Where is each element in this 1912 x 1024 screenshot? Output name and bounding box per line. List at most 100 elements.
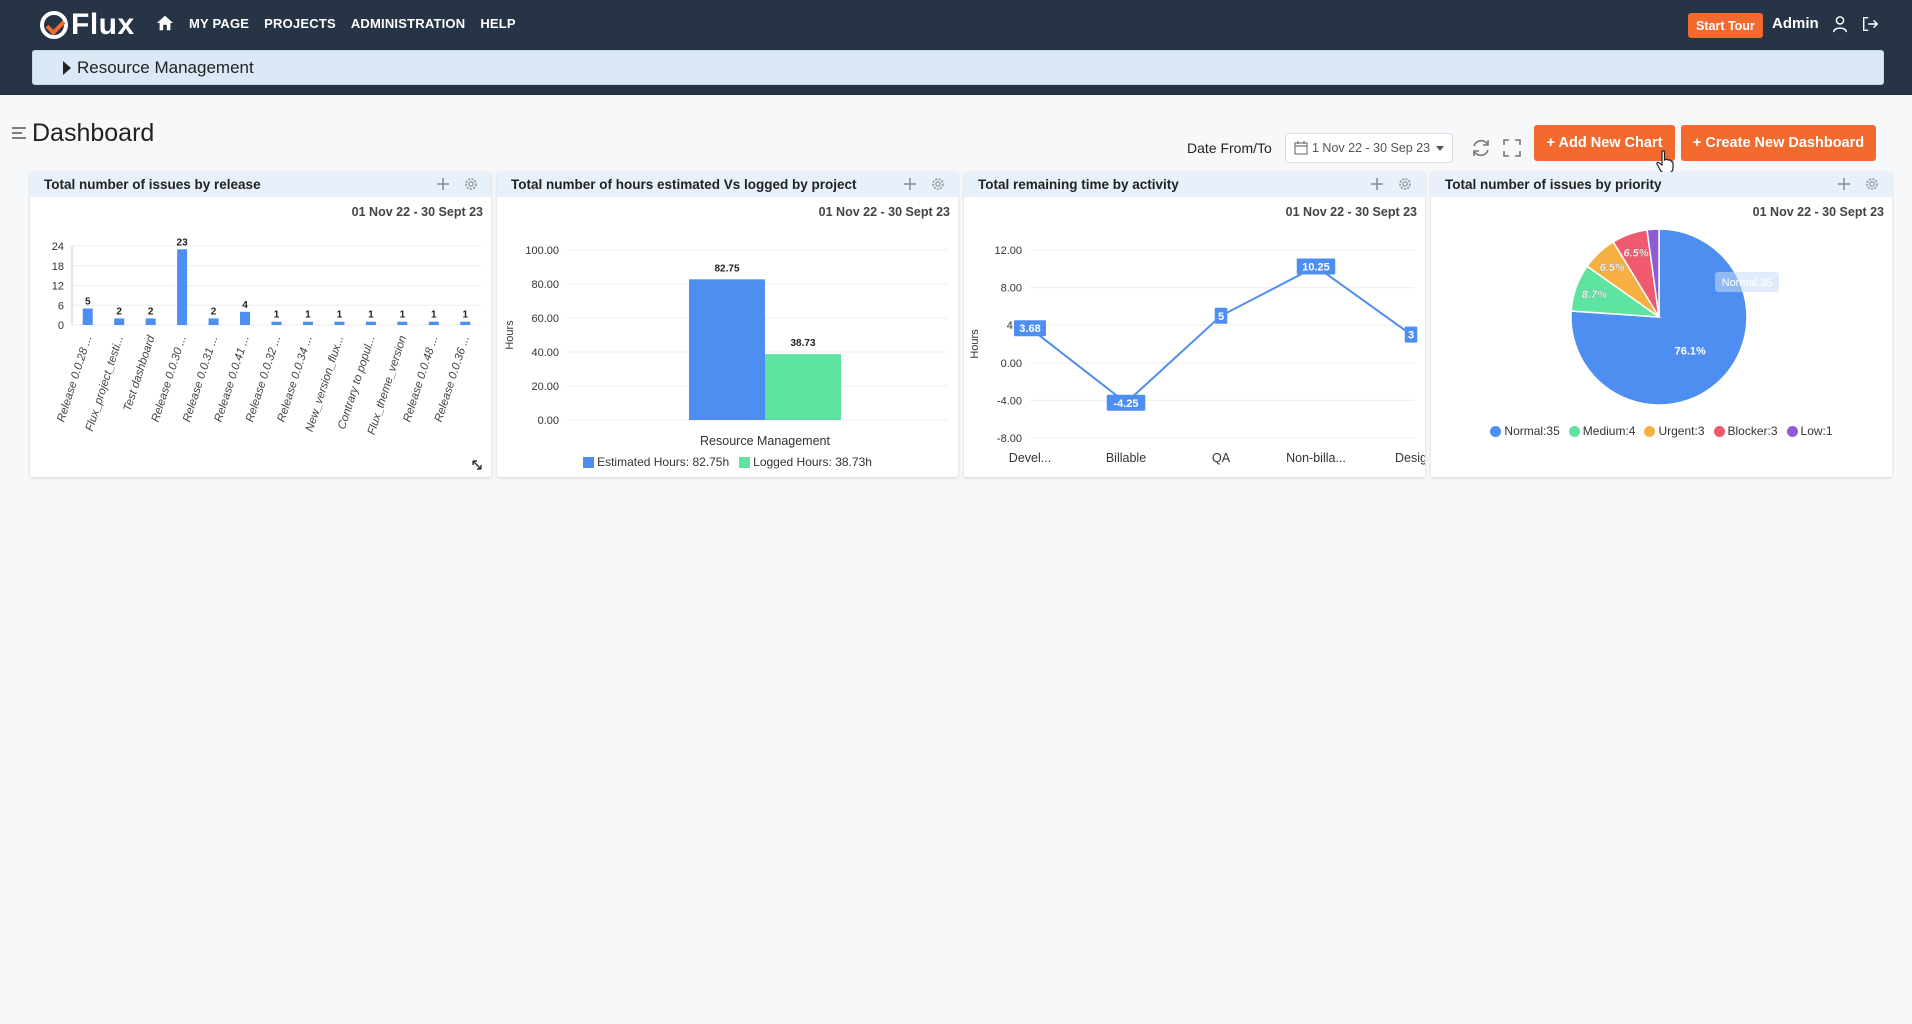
- x-tick-label: Test dashboard: [122, 334, 158, 413]
- y-tick-label: 0.00: [538, 415, 559, 427]
- bar-value-label: 5: [85, 297, 91, 308]
- data-point-label: 10.25: [1302, 261, 1330, 273]
- x-tick-label: Resource Management: [700, 434, 830, 448]
- bar-value-label: 1: [462, 310, 468, 321]
- card-header: Total remaining time by activity: [964, 172, 1425, 197]
- bar-value-label: 1: [274, 310, 280, 321]
- bar-value-label: 2: [148, 306, 154, 317]
- y-tick-label: 100.00: [525, 245, 559, 257]
- create-new-dashboard-button[interactable]: + Create New Dashboard: [1681, 125, 1876, 161]
- refresh-icon[interactable]: [1470, 137, 1492, 159]
- chart-card-issues-by-priority: Total number of issues by priority 01 No…: [1431, 172, 1892, 477]
- pie-slice-label: 76.1%: [1675, 345, 1706, 357]
- plus-icon[interactable]: [1836, 176, 1852, 192]
- bar: [334, 322, 344, 325]
- start-tour-button[interactable]: Start Tour: [1688, 13, 1763, 38]
- home-icon[interactable]: [156, 14, 174, 32]
- fullscreen-icon[interactable]: [1502, 138, 1522, 158]
- top-navbar: Flux MY PAGE PROJECTS ADMINISTRATION HEL…: [0, 0, 1912, 95]
- nav-administration[interactable]: ADMINISTRATION: [351, 16, 466, 31]
- gear-icon[interactable]: [930, 176, 946, 192]
- x-tick-label: Non-billa...: [1286, 451, 1346, 465]
- line-chart-remaining-time: -8.00-4.000.004.08.0012.00Hours3.68Devel…: [964, 212, 1425, 467]
- legend-swatch: [1787, 426, 1798, 437]
- date-range-picker[interactable]: 1 Nov 22 - 30 Sep 23: [1285, 133, 1453, 163]
- legend-item-low[interactable]: Low:1: [1787, 424, 1833, 438]
- x-tick-label: Release 0.0.48 ...: [401, 334, 440, 423]
- add-new-chart-button[interactable]: + Add New Chart: [1534, 125, 1675, 161]
- pie-chart-issues-by-priority: 76.1%8.7%6.5%6.5%Normal:35: [1431, 212, 1892, 412]
- gear-icon[interactable]: [463, 176, 479, 192]
- bar: [366, 322, 376, 325]
- resize-handle-icon[interactable]: [471, 459, 483, 471]
- menu-toggle-icon[interactable]: [12, 127, 26, 139]
- legend-label: Blocker:3: [1728, 424, 1778, 438]
- main-nav: MY PAGE PROJECTS ADMINISTRATION HELP: [156, 14, 516, 32]
- legend-label: Logged Hours: 38.73h: [753, 455, 872, 469]
- pie-slice-label: 6.5%: [1600, 262, 1625, 274]
- chart-legend: Normal:35 Medium:4 Urgent:3 Blocker:3 Low:1: [1431, 424, 1892, 438]
- date-range-value: 1 Nov 22 - 30 Sep 23: [1312, 141, 1430, 155]
- x-tick-label: Release 0.0.32 ...: [244, 334, 283, 423]
- pie-slice-label: 6.5%: [1623, 247, 1648, 259]
- plus-icon[interactable]: [1369, 176, 1385, 192]
- y-tick-label: -4.00: [997, 395, 1022, 407]
- legend-swatch: [583, 457, 594, 468]
- series-line: [1030, 266, 1411, 402]
- legend-item-normal[interactable]: Normal:35: [1490, 424, 1559, 438]
- bar-value-label: 1: [400, 310, 406, 321]
- legend-item-estimated[interactable]: Estimated Hours: 82.75h: [583, 455, 729, 469]
- legend-swatch: [1714, 426, 1725, 437]
- bar: [114, 318, 124, 325]
- y-tick-label: 12: [52, 281, 64, 293]
- nav-help[interactable]: HELP: [480, 16, 515, 31]
- plus-icon[interactable]: [435, 176, 451, 192]
- project-breadcrumb-bar[interactable]: Resource Management: [32, 50, 1884, 85]
- data-point-label: -4.25: [1113, 398, 1138, 410]
- x-tick-label: Release 0.0.31 ...: [181, 334, 220, 423]
- bar: [83, 309, 93, 325]
- y-tick-label: 80.00: [531, 279, 559, 291]
- plus-icon[interactable]: [902, 176, 918, 192]
- legend-item-urgent[interactable]: Urgent:3: [1644, 424, 1704, 438]
- y-tick-label: 8.00: [1001, 283, 1022, 295]
- bar-value-label: 1: [431, 310, 437, 321]
- y-tick-label: 0.00: [1001, 358, 1022, 370]
- flux-logo[interactable]: Flux: [40, 8, 135, 42]
- nav-my-page[interactable]: MY PAGE: [189, 16, 249, 31]
- legend-item-blocker[interactable]: Blocker:3: [1714, 424, 1778, 438]
- y-tick-label: 0: [58, 320, 64, 332]
- bar-estimated: [689, 279, 765, 420]
- card-title: Total number of issues by priority: [1445, 177, 1662, 192]
- x-tick-label: Release 0.0.30 ...: [150, 334, 189, 423]
- x-tick-label: Release 0.0.41 ...: [213, 334, 252, 423]
- y-tick-label: 12.00: [994, 245, 1022, 257]
- user-name[interactable]: Admin: [1772, 15, 1819, 32]
- legend-swatch: [1644, 426, 1655, 437]
- card-title: Total number of issues by release: [44, 177, 261, 192]
- user-icon[interactable]: [1831, 15, 1849, 33]
- page-title: Dashboard: [32, 119, 154, 148]
- bar: [429, 322, 439, 325]
- bar-value-label: 4: [242, 300, 248, 311]
- gear-icon[interactable]: [1397, 176, 1413, 192]
- card-title: Total remaining time by activity: [978, 177, 1179, 192]
- legend-item-logged[interactable]: Logged Hours: 38.73h: [739, 455, 872, 469]
- x-tick-label: Billable: [1106, 451, 1146, 465]
- x-tick-label: Devel...: [1009, 451, 1051, 465]
- bar: [303, 322, 313, 325]
- bar-value-label: 38.73: [790, 338, 815, 349]
- bar-value-label: 2: [116, 306, 122, 317]
- bar: [240, 312, 250, 325]
- y-axis-title: Hours: [969, 329, 981, 359]
- date-range-label: Date From/To: [1187, 140, 1272, 156]
- logout-icon[interactable]: [1861, 15, 1879, 33]
- gear-icon[interactable]: [1864, 176, 1880, 192]
- bar: [177, 249, 187, 325]
- chart-legend: Estimated Hours: 82.75h Logged Hours: 38…: [497, 455, 958, 469]
- nav-projects[interactable]: PROJECTS: [264, 16, 336, 31]
- legend-swatch: [1490, 426, 1501, 437]
- bar-value-label: 2: [211, 306, 217, 317]
- bar-value-label: 1: [305, 310, 311, 321]
- legend-item-medium[interactable]: Medium:4: [1569, 424, 1636, 438]
